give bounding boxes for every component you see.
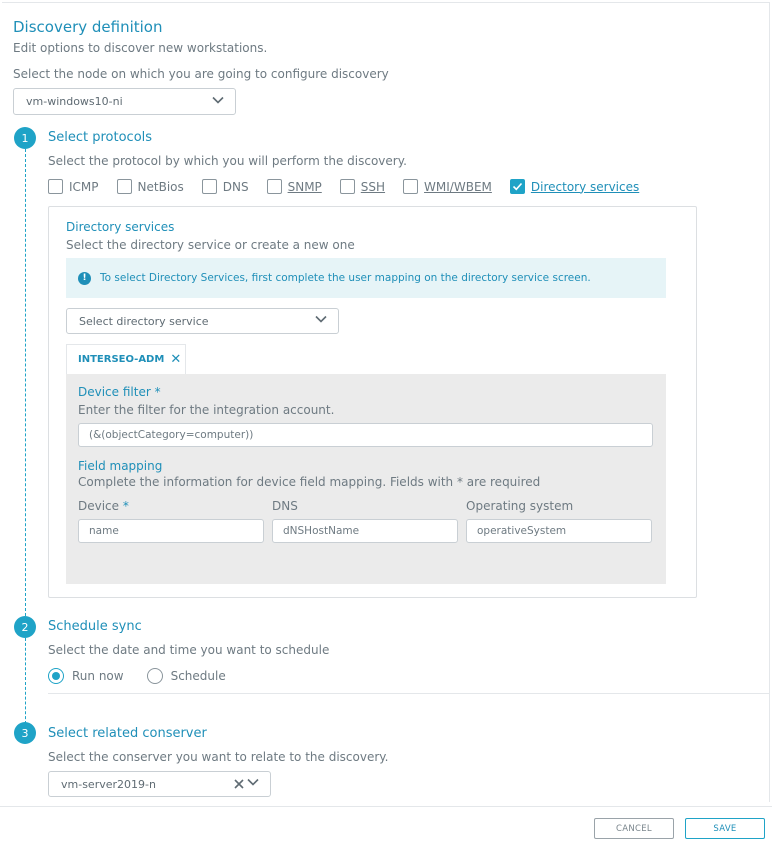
protocol-wmi[interactable]: WMI/WBEM — [403, 179, 492, 194]
required-mark: * — [122, 499, 129, 513]
schedule-label: Schedule — [170, 669, 226, 683]
device-field-input[interactable]: name — [78, 519, 264, 543]
run-now-radio[interactable] — [48, 668, 64, 684]
required-mark: * — [154, 385, 161, 399]
section-divider — [48, 693, 770, 694]
chevron-down-icon — [212, 96, 224, 104]
directory-services-title: Directory services — [66, 220, 175, 234]
os-field-label: Operating system — [466, 499, 574, 513]
device-field-label-text: Device — [78, 499, 120, 513]
os-field-value: operativeSystem — [477, 525, 567, 537]
protocol-directory-services[interactable]: Directory services — [509, 179, 640, 194]
device-filter-label: Device filter * — [78, 385, 161, 399]
step-2-title: Schedule sync — [48, 619, 142, 634]
page-title: Discovery definition — [13, 18, 163, 36]
schedule-radio[interactable] — [146, 668, 163, 684]
step-1-description: Select the protocol by which you will pe… — [48, 154, 407, 168]
info-banner-text: To select Directory Services, first comp… — [100, 272, 591, 284]
step-connector-1 — [25, 149, 26, 616]
chevron-down-icon — [315, 315, 327, 323]
checkbox-dns[interactable] — [201, 179, 217, 194]
node-select-value: vm-windows10-ni — [26, 95, 123, 108]
protocol-dns[interactable]: DNS — [201, 179, 249, 194]
chevron-down-icon — [247, 778, 259, 786]
step-3-indicator: 3 — [14, 722, 36, 744]
step-connector-2 — [25, 638, 26, 724]
checkbox-netbios[interactable] — [116, 179, 132, 194]
directory-service-placeholder: Select directory service — [79, 314, 209, 328]
protocol-label: SSH — [360, 179, 386, 194]
tab-label: INTERSEO-ADM — [78, 354, 165, 365]
cancel-button[interactable]: CANCEL — [594, 818, 674, 839]
protocol-label: WMI/WBEM — [424, 179, 492, 194]
radio-dot — [52, 672, 60, 680]
save-button[interactable]: SAVE — [685, 818, 765, 839]
node-select[interactable]: vm-windows10-ni — [13, 88, 236, 115]
checkbox-snmp[interactable] — [266, 179, 282, 194]
run-now-label: Run now — [72, 669, 124, 683]
step-2-indicator: 2 — [14, 616, 36, 638]
protocol-label: DNS — [222, 179, 249, 194]
protocol-label: Directory services — [530, 179, 640, 194]
node-select-label: Select the node on which you are going t… — [13, 67, 389, 81]
conserver-value: vm-server2019-n — [61, 777, 156, 791]
step-3-description: Select the conserver you want to relate … — [48, 750, 389, 764]
step-1-title: Select protocols — [48, 130, 153, 145]
directory-service-select[interactable]: Select directory service — [66, 308, 339, 334]
device-filter-description: Enter the filter for the integration acc… — [78, 403, 335, 417]
run-now-option[interactable]: Run now — [48, 668, 124, 684]
directory-services-description: Select the directory service or create a… — [66, 238, 355, 252]
step-3-title: Select related conserver — [48, 726, 207, 741]
page-subtitle: Edit options to discover new workstation… — [13, 41, 268, 55]
device-filter-label-text: Device filter — [78, 385, 151, 399]
schedule-options: Run now Schedule — [48, 668, 226, 684]
protocol-ssh[interactable]: SSH — [339, 179, 386, 194]
checkbox-ssh[interactable] — [339, 179, 355, 194]
field-mapping-description: Complete the information for device fiel… — [78, 475, 541, 489]
checkbox-icmp[interactable] — [48, 179, 63, 194]
dns-field-input[interactable]: dNSHostName — [272, 519, 458, 543]
protocol-label: NetBios — [137, 179, 184, 194]
close-icon[interactable]: ✕ — [170, 352, 181, 367]
protocol-label: ICMP — [69, 179, 99, 194]
clear-icon[interactable] — [233, 778, 245, 790]
checkbox-wmi[interactable] — [403, 179, 419, 194]
os-field-input[interactable]: operativeSystem — [466, 519, 652, 543]
protocol-snmp[interactable]: SNMP — [266, 179, 322, 194]
device-filter-value: (&(objectCategory=computer)) — [89, 429, 254, 441]
tab-interseo-adm[interactable]: INTERSEO-ADM ✕ — [66, 344, 186, 374]
step-2-description: Select the date and time you want to sch… — [48, 643, 330, 657]
conserver-select[interactable]: vm-server2019-n — [48, 771, 271, 797]
step-1-indicator: 1 — [14, 127, 36, 149]
protocol-list: ICMP NetBios DNS SNMP SSH WMI/WBEM Direc… — [48, 179, 657, 194]
protocol-icmp[interactable]: ICMP — [48, 179, 99, 194]
protocol-netbios[interactable]: NetBios — [116, 179, 184, 194]
device-filter-input[interactable]: (&(objectCategory=computer)) — [78, 423, 653, 447]
dns-field-value: dNSHostName — [283, 525, 360, 537]
field-mapping-label: Field mapping — [78, 459, 163, 473]
checkbox-directory-services[interactable] — [509, 179, 525, 194]
dns-field-label: DNS — [272, 499, 298, 513]
device-field-value: name — [89, 525, 119, 537]
info-banner: ! To select Directory Services, first co… — [66, 258, 666, 298]
info-icon: ! — [78, 271, 91, 285]
check-icon — [512, 182, 522, 191]
protocol-label: SNMP — [287, 179, 322, 194]
device-field-label: Device * — [78, 499, 129, 513]
footer-divider — [0, 806, 772, 807]
schedule-option[interactable]: Schedule — [146, 668, 226, 684]
